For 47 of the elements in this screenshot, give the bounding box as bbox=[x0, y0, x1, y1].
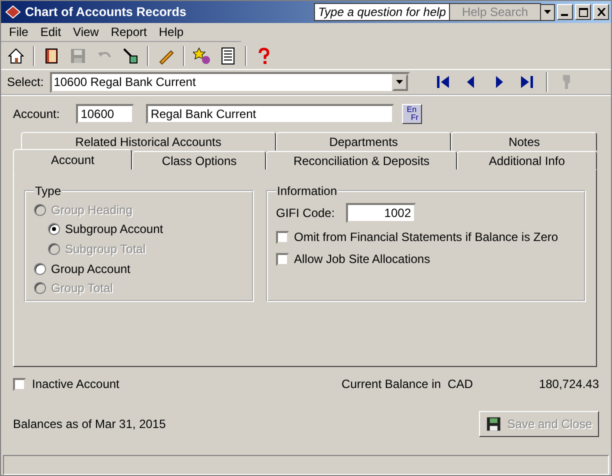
tab[interactable]: Departments bbox=[276, 132, 452, 151]
gifi-code-field[interactable]: 1002 bbox=[346, 203, 416, 223]
maximize-icon bbox=[578, 8, 588, 16]
account-name-field[interactable]: Regal Bank Current bbox=[146, 104, 394, 124]
menu-item[interactable]: Report bbox=[104, 25, 153, 39]
radio-label: Group Heading bbox=[51, 202, 132, 217]
radio-label: Group Account bbox=[51, 262, 130, 276]
help-dropdown-button[interactable] bbox=[541, 4, 555, 20]
checkbox-label: Omit from Financial Statements if Balance is Zero bbox=[294, 230, 558, 244]
gifi-code-label: GIFI Code: bbox=[276, 206, 336, 220]
account-label: Account: bbox=[13, 107, 60, 121]
tab[interactable]: Class Options bbox=[132, 151, 266, 170]
balance-value: 180,724.43 bbox=[538, 377, 599, 391]
radio-button[interactable] bbox=[34, 262, 46, 275]
account-number-field[interactable]: 10600 bbox=[76, 104, 134, 124]
checkbox[interactable] bbox=[276, 252, 289, 266]
help-question-field[interactable]: Type a question for help bbox=[314, 3, 450, 21]
account-select-dropdown[interactable]: 10600 Regal Bank Current bbox=[50, 72, 410, 92]
balance-label: Current Balance in CAD bbox=[342, 377, 473, 391]
tab[interactable]: Account bbox=[13, 149, 132, 170]
checkbox[interactable] bbox=[276, 230, 289, 244]
tab[interactable]: Additional Info bbox=[456, 151, 597, 170]
tab[interactable]: Related Historical Accounts bbox=[21, 132, 276, 151]
checkbox[interactable] bbox=[13, 378, 26, 390]
balances-date-text: Balances as of Mar 31, 2015 bbox=[13, 417, 166, 431]
tab[interactable]: Notes bbox=[451, 132, 597, 151]
checkbox-label: Allow Job Site Allocations bbox=[294, 252, 430, 266]
radio-label: Subgroup Total bbox=[65, 242, 146, 256]
group-title: Type bbox=[34, 184, 62, 198]
dropdown-arrow-icon bbox=[396, 80, 404, 84]
tab[interactable]: Reconciliation & Deposits bbox=[266, 151, 457, 170]
restore-button[interactable] bbox=[575, 4, 591, 20]
radio-label: Group Total bbox=[51, 281, 113, 296]
menu-item[interactable]: View bbox=[67, 25, 105, 39]
minimize-button[interactable] bbox=[557, 4, 573, 20]
menu-item[interactable]: Edit bbox=[34, 25, 68, 39]
menu-item[interactable]: File bbox=[3, 25, 34, 39]
group-title: Information bbox=[276, 184, 338, 198]
window-title: Chart of Accounts Records bbox=[25, 5, 188, 19]
close-icon bbox=[596, 8, 606, 16]
select-label: Select: bbox=[7, 75, 44, 89]
dropdown-arrow-icon bbox=[544, 10, 551, 14]
menu-item[interactable]: Help bbox=[152, 25, 190, 39]
close-button[interactable] bbox=[593, 4, 609, 20]
radio-label: Subgroup Account bbox=[65, 222, 164, 236]
checkbox-label: Inactive Account bbox=[32, 377, 120, 391]
language-button[interactable]: En Fr bbox=[402, 104, 422, 124]
